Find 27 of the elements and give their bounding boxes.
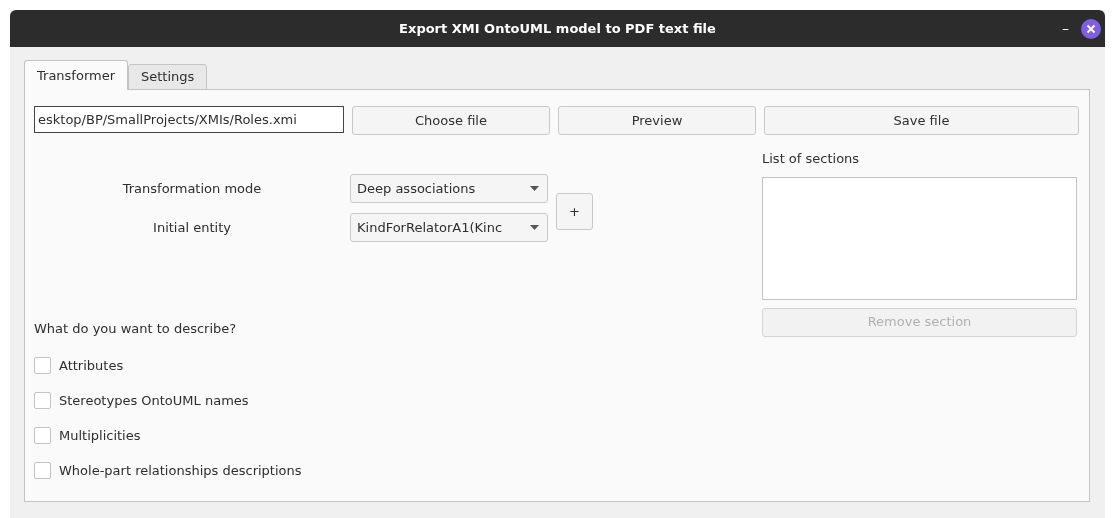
add-button[interactable]: + <box>556 193 593 230</box>
caret-icon <box>530 186 539 191</box>
action-button[interactable]: Save file <box>764 106 1079 135</box>
checkbox-label: Stereotypes OntoUML names <box>59 391 249 410</box>
action-button[interactable]: Preview <box>558 106 756 135</box>
tab[interactable]: Settings <box>128 64 208 90</box>
dropdown[interactable]: Deep associations <box>350 174 548 203</box>
sections-label: List of sections <box>762 150 860 168</box>
describe-label: What do you want to describe? <box>34 320 237 338</box>
checkbox[interactable] <box>34 427 51 444</box>
field-label: Transformation mode <box>122 179 262 198</box>
close-icon[interactable] <box>1081 19 1101 39</box>
checkbox-label: Attributes <box>59 356 124 375</box>
field-label: Initial entity <box>153 218 231 237</box>
checkbox[interactable] <box>34 357 51 374</box>
checkbox-label: Whole-part relationships descriptions <box>59 461 302 480</box>
sections-list[interactable] <box>762 176 1077 300</box>
tab[interactable]: Transformer <box>24 60 128 90</box>
checkbox[interactable] <box>34 392 51 409</box>
action-button[interactable]: Choose file <box>352 106 550 135</box>
dropdown[interactable]: KindForRelatorA1(Kinc <box>350 213 548 242</box>
caret-icon <box>530 225 539 230</box>
file-path-field[interactable]: esktop/BP/SmallProjects/XMIs/Roles.xmi <box>34 106 344 133</box>
minimize-button[interactable]: – <box>1062 18 1069 39</box>
checkbox-label: Multiplicities <box>59 426 141 445</box>
window-title: Export XMI OntoUML model to PDF text file <box>399 19 716 38</box>
checkbox[interactable] <box>34 462 51 479</box>
